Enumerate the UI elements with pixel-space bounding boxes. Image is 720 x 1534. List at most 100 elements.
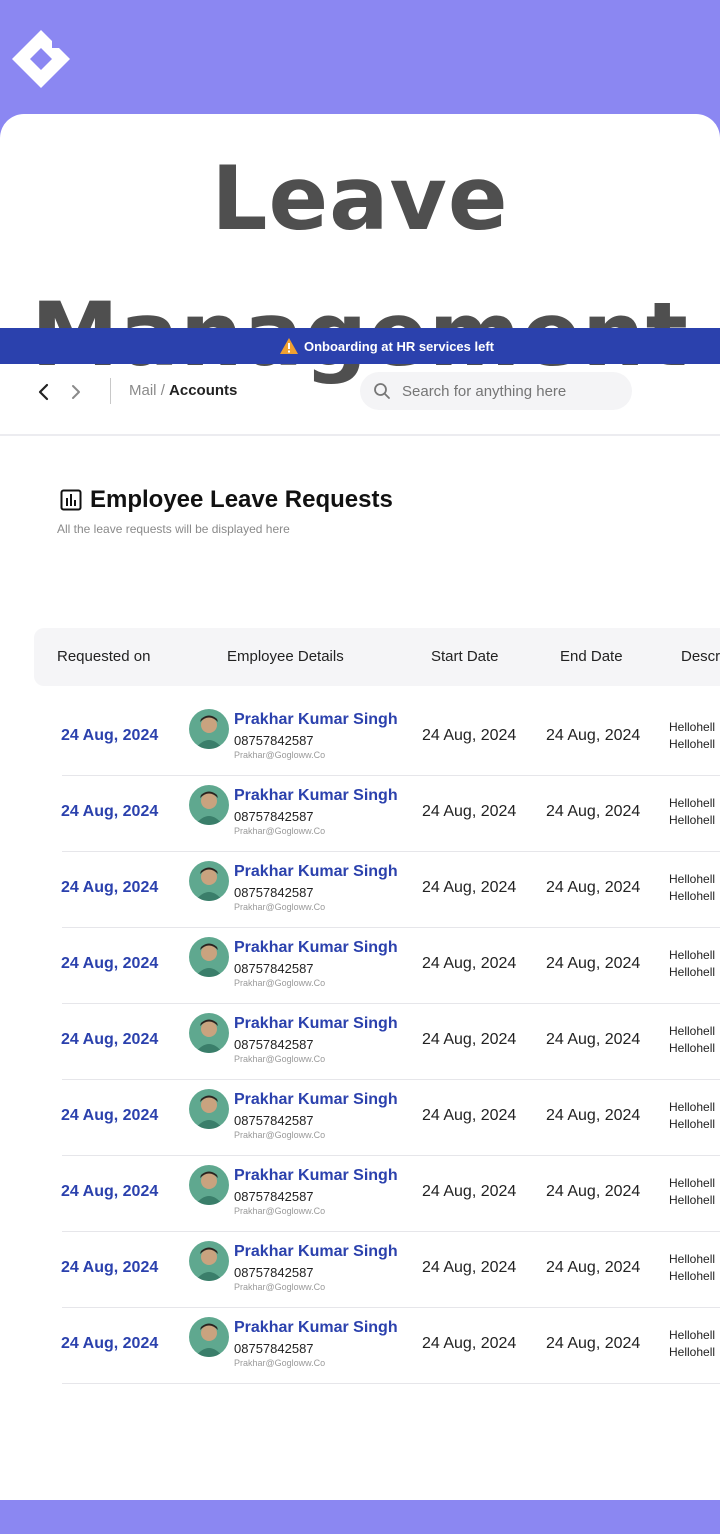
description-cell: Hellohell Hellohell [669,1099,715,1133]
description-line: Hellohell [669,872,716,886]
end-date-cell: 24 Aug, 2024 [546,879,641,896]
avatar [189,937,229,977]
employee-name[interactable]: Prakhar Kumar Singh [234,1015,398,1033]
column-header-end-date[interactable]: End Date [560,648,623,665]
table-row[interactable]: 24 Aug, 2024 Prakhar Kumar Singh 0875784… [0,1080,720,1156]
description-cell: Hellohell Hellohell [669,795,715,829]
employee-email: Prakhar@Gogloww.Co [234,750,326,760]
column-header-employee-details[interactable]: Employee Details [227,648,344,665]
description-line: Hellohell [669,1176,716,1190]
employee-name[interactable]: Prakhar Kumar Singh [234,939,398,957]
description-line: Hellohell [669,1117,716,1131]
start-date-cell: 24 Aug, 2024 [422,1335,517,1352]
description-line: Hellohell [669,948,716,962]
chevron-left-icon[interactable] [32,380,56,404]
employee-email: Prakhar@Gogloww.Co [234,902,326,912]
employee-name[interactable]: Prakhar Kumar Singh [234,1167,398,1185]
description-cell: Hellohell Hellohell [669,1251,715,1285]
employee-phone: 08757842587 [234,733,314,748]
end-date-cell: 24 Aug, 2024 [546,1335,641,1352]
description-cell: Hellohell Hellohell [669,1023,715,1057]
employee-phone: 08757842587 [234,1189,314,1204]
end-date-cell: 24 Aug, 2024 [546,955,641,972]
description-line: Hellohell [669,1024,716,1038]
table-row[interactable]: 24 Aug, 2024 Prakhar Kumar Singh 0875784… [0,1004,720,1080]
table-header: Requested on Employee Details Start Date… [34,628,720,686]
avatar [189,785,229,825]
requested-on-cell: 24 Aug, 2024 [61,1183,159,1200]
start-date-cell: 24 Aug, 2024 [422,955,517,972]
avatar [189,1241,229,1281]
table-row[interactable]: 24 Aug, 2024 Prakhar Kumar Singh 0875784… [0,928,720,1004]
warning-icon [280,338,298,354]
employee-name[interactable]: Prakhar Kumar Singh [234,863,398,881]
start-date-cell: 24 Aug, 2024 [422,1107,517,1124]
description-line: Hellohell [669,796,716,810]
avatar [189,1165,229,1205]
start-date-cell: 24 Aug, 2024 [422,727,517,744]
employee-name[interactable]: Prakhar Kumar Singh [234,1091,398,1109]
chevron-right-icon[interactable] [64,380,88,404]
description-cell: Hellohell Hellohell [669,871,715,905]
table-row[interactable]: 24 Aug, 2024 Prakhar Kumar Singh 0875784… [0,852,720,928]
description-cell: Hellohell Hellohell [669,947,715,981]
breadcrumb-separator: / [160,382,165,399]
requested-on-cell: 24 Aug, 2024 [61,1335,159,1352]
column-header-start-date[interactable]: Start Date [431,648,499,665]
description-line: Hellohell [669,1345,716,1359]
collapse-icon[interactable]: ‹ [0,386,1,409]
bottom-band [0,1500,720,1534]
table-row[interactable]: 24 Aug, 2024 Prakhar Kumar Singh 0875784… [0,776,720,852]
start-date-cell: 24 Aug, 2024 [422,1183,517,1200]
end-date-cell: 24 Aug, 2024 [546,727,641,744]
requested-on-cell: 24 Aug, 2024 [61,803,159,820]
table-row[interactable]: 24 Aug, 2024 Prakhar Kumar Singh 0875784… [0,1308,720,1384]
description-line: Hellohell [669,1041,716,1055]
breadcrumb-current[interactable]: Accounts [169,382,237,399]
brand-logo-icon [12,30,70,88]
description-line: Hellohell [669,1252,716,1266]
avatar [189,1317,229,1357]
employee-phone: 08757842587 [234,809,314,824]
employee-email: Prakhar@Gogloww.Co [234,978,326,988]
end-date-cell: 24 Aug, 2024 [546,1031,641,1048]
start-date-cell: 24 Aug, 2024 [422,879,517,896]
end-date-cell: 24 Aug, 2024 [546,1183,641,1200]
description-line: Hellohell [669,737,716,751]
requested-on-cell: 24 Aug, 2024 [61,955,159,972]
description-line: Hellohell [669,889,716,903]
bar-chart-icon [60,489,82,511]
description-line: Hellohell [669,1193,716,1207]
description-line: Hellohell [669,1100,716,1114]
description-cell: Hellohell Hellohell [669,1175,715,1209]
employee-email: Prakhar@Gogloww.Co [234,1054,326,1064]
start-date-cell: 24 Aug, 2024 [422,803,517,820]
requested-on-cell: 24 Aug, 2024 [61,1031,159,1048]
employee-email: Prakhar@Gogloww.Co [234,826,326,836]
column-header-requested-on[interactable]: Requested on [57,648,150,665]
description-cell: Hellohell Hellohell [669,719,715,753]
search-box[interactable] [360,372,632,410]
divider [110,378,111,404]
employee-name[interactable]: Prakhar Kumar Singh [234,787,398,805]
end-date-cell: 24 Aug, 2024 [546,803,641,820]
employee-name[interactable]: Prakhar Kumar Singh [234,1243,398,1261]
requested-on-cell: 24 Aug, 2024 [61,1259,159,1276]
employee-email: Prakhar@Gogloww.Co [234,1206,326,1216]
employee-phone: 08757842587 [234,1113,314,1128]
app-topbar: ‹ Mail / Accounts [0,364,720,436]
employee-name[interactable]: Prakhar Kumar Singh [234,1319,398,1337]
description-line: Hellohell [669,1269,716,1283]
row-divider [62,1383,720,1384]
table-row[interactable]: 24 Aug, 2024 Prakhar Kumar Singh 0875784… [0,1232,720,1308]
table-row[interactable]: 24 Aug, 2024 Prakhar Kumar Singh 0875784… [0,700,720,776]
page-title: Employee Leave Requests [60,486,393,514]
column-header-description[interactable]: Descr [681,648,720,665]
employee-name[interactable]: Prakhar Kumar Singh [234,711,398,729]
breadcrumb-parent[interactable]: Mail [129,382,157,399]
notification-bar[interactable]: Onboarding at HR services left [0,328,720,364]
table-row[interactable]: 24 Aug, 2024 Prakhar Kumar Singh 0875784… [0,1156,720,1232]
requested-on-cell: 24 Aug, 2024 [61,727,159,744]
start-date-cell: 24 Aug, 2024 [422,1031,517,1048]
search-input[interactable] [402,382,612,400]
